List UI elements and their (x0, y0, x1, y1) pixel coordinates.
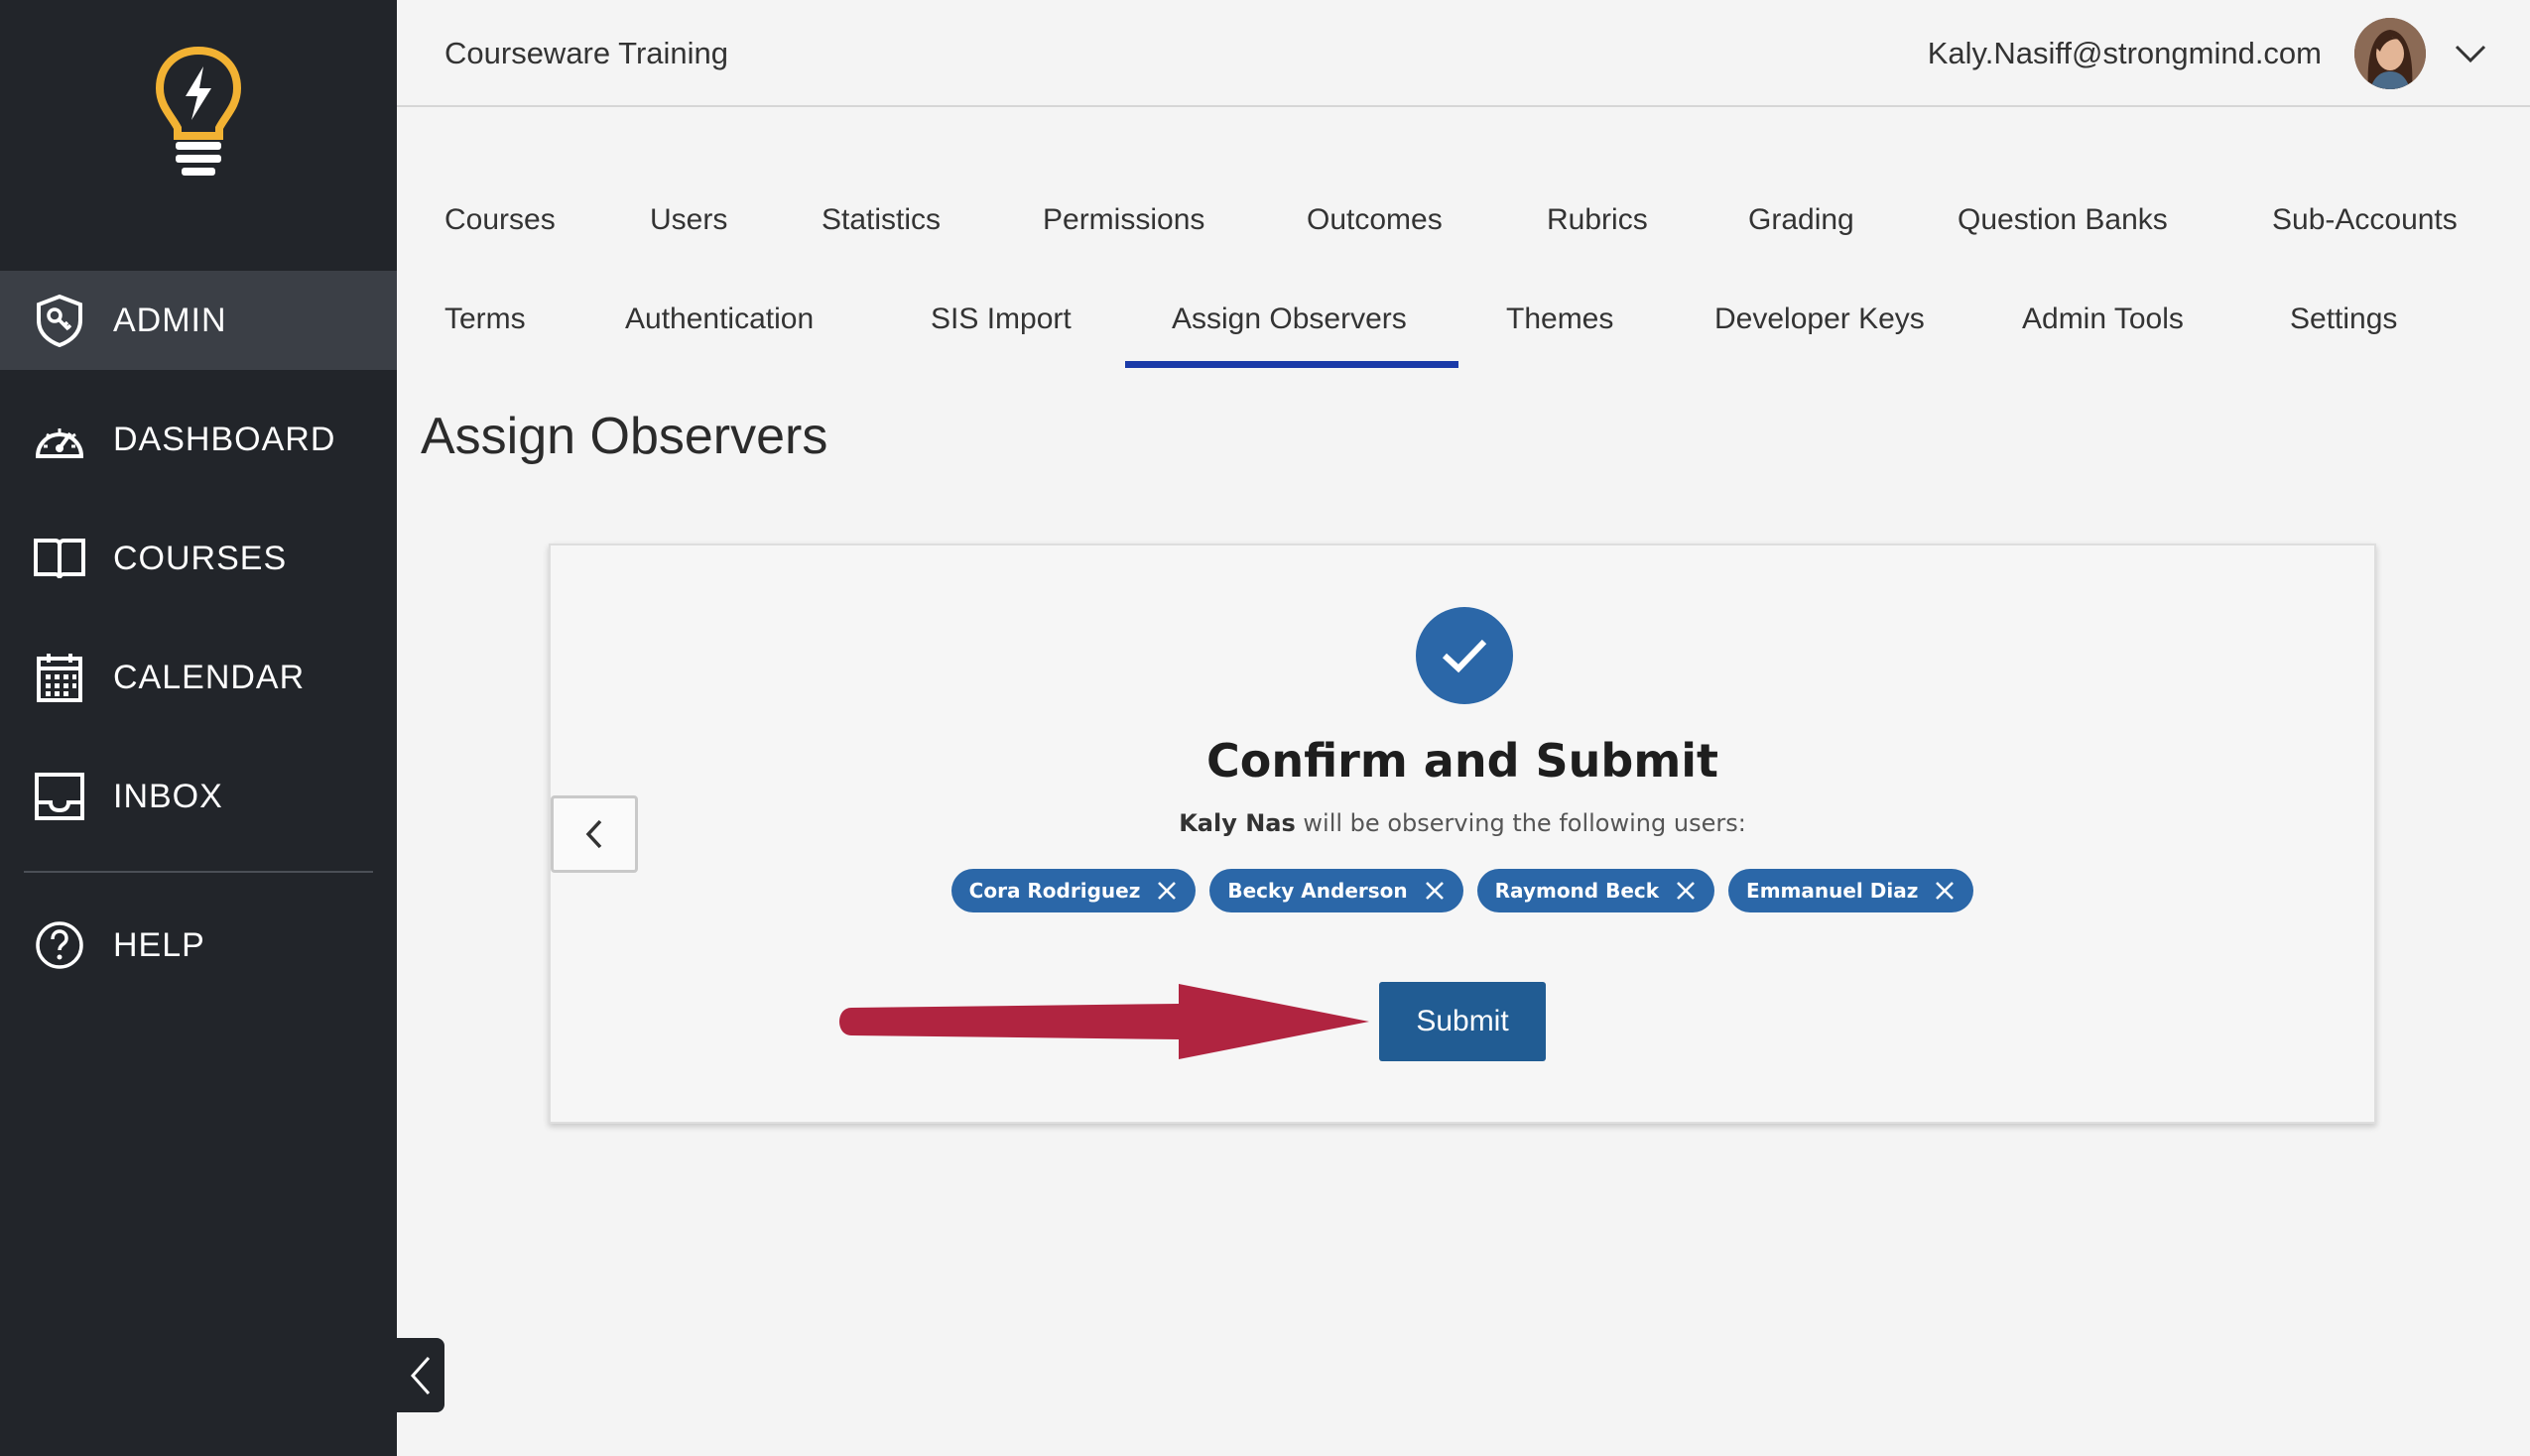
sidebar-item-label: DASHBOARD (113, 420, 336, 458)
sidebar-item-label: INBOX (113, 777, 223, 815)
close-icon[interactable] (1424, 880, 1446, 902)
sidebar-item-dashboard[interactable]: DASHBOARD (0, 390, 397, 489)
user-chip: Becky Anderson (1209, 869, 1463, 912)
user-email[interactable]: Kaly.Nasiff@strongmind.com (1928, 36, 2322, 71)
tab-developer-keys[interactable]: Developer Keys (1714, 303, 1925, 336)
confirm-title: Confirm and Submit (1205, 734, 1719, 788)
tab-assign-observers[interactable]: Assign Observers (1172, 303, 1407, 336)
tab-terms[interactable]: Terms (444, 303, 526, 336)
success-check-icon (1416, 607, 1513, 704)
annotation-arrow-icon (839, 984, 1369, 1059)
top-header: Courseware Training Kaly.Nasiff@strongmi… (397, 0, 2530, 107)
user-chip-label: Emmanuel Diaz (1746, 879, 1919, 903)
inbox-icon (32, 769, 87, 824)
tab-grading[interactable]: Grading (1748, 203, 1854, 237)
book-icon (32, 531, 87, 586)
lightbulb-logo-icon[interactable] (154, 45, 243, 183)
tab-admin-tools[interactable]: Admin Tools (2022, 303, 2184, 336)
close-icon[interactable] (1934, 880, 1956, 902)
sidebar: ADMIN DASHBOARD COURSES CALENDAR INBOX H… (0, 0, 397, 1456)
sidebar-divider (24, 871, 373, 873)
sidebar-item-inbox[interactable]: INBOX (0, 747, 397, 846)
chevron-down-icon[interactable] (2451, 34, 2490, 73)
tab-courses[interactable]: Courses (444, 203, 556, 237)
page-title: Assign Observers (421, 408, 828, 465)
admin-tabs-row-2: Terms Authentication SIS Import Assign O… (397, 303, 2530, 372)
tab-statistics[interactable]: Statistics (822, 203, 941, 237)
help-icon (32, 917, 87, 973)
sidebar-item-admin[interactable]: ADMIN (0, 271, 397, 370)
chevron-left-icon (410, 1356, 431, 1395)
user-chip-label: Raymond Beck (1494, 879, 1660, 903)
sidebar-item-help[interactable]: HELP (0, 896, 397, 995)
tab-settings[interactable]: Settings (2290, 303, 2397, 336)
user-chip: Cora Rodriguez (950, 869, 1197, 912)
admin-tabs-row-1: Courses Users Statistics Permissions Out… (397, 203, 2530, 273)
sidebar-item-calendar[interactable]: CALENDAR (0, 628, 397, 727)
observing-text: will be observing the following users: (1303, 809, 1746, 837)
sidebar-item-label: HELP (113, 925, 205, 964)
tab-sub-accounts[interactable]: Sub-Accounts (2272, 203, 2458, 237)
tab-sis-import[interactable]: SIS Import (931, 303, 1072, 336)
sidebar-item-label: ADMIN (113, 301, 227, 339)
tab-outcomes[interactable]: Outcomes (1307, 203, 1443, 237)
tab-question-banks[interactable]: Question Banks (1958, 203, 2168, 237)
sidebar-item-label: CALENDAR (113, 658, 306, 696)
avatar[interactable] (2354, 18, 2426, 89)
tab-users[interactable]: Users (650, 203, 727, 237)
tab-authentication[interactable]: Authentication (625, 303, 814, 336)
user-chip-label: Becky Anderson (1227, 879, 1408, 903)
observing-description: Kaly Nas will be observing the following… (551, 809, 2374, 837)
shield-key-icon (32, 293, 87, 348)
collapse-sidebar-button[interactable] (397, 1338, 444, 1412)
user-chip-label: Cora Rodriguez (968, 879, 1141, 903)
tab-themes[interactable]: Themes (1506, 303, 1613, 336)
sidebar-item-label: COURSES (113, 539, 288, 577)
submit-button[interactable]: Submit (1379, 982, 1546, 1061)
speedometer-icon (32, 412, 87, 467)
user-chip: Emmanuel Diaz (1728, 869, 1974, 912)
sidebar-item-courses[interactable]: COURSES (0, 509, 397, 608)
observed-users-list: Cora Rodriguez Becky Anderson Raymond Be… (551, 869, 2374, 912)
tab-permissions[interactable]: Permissions (1043, 203, 1204, 237)
close-icon[interactable] (1675, 880, 1697, 902)
tab-rubrics[interactable]: Rubrics (1547, 203, 1648, 237)
user-chip: Raymond Beck (1476, 869, 1715, 912)
account-title: Courseware Training (444, 36, 729, 70)
confirm-card: Confirm and Submit Kaly Nas will be obse… (549, 544, 2376, 1124)
close-icon[interactable] (1156, 880, 1178, 902)
calendar-icon (32, 650, 87, 705)
observer-name: Kaly Nas (1179, 809, 1296, 837)
active-tab-indicator (1125, 361, 1458, 368)
